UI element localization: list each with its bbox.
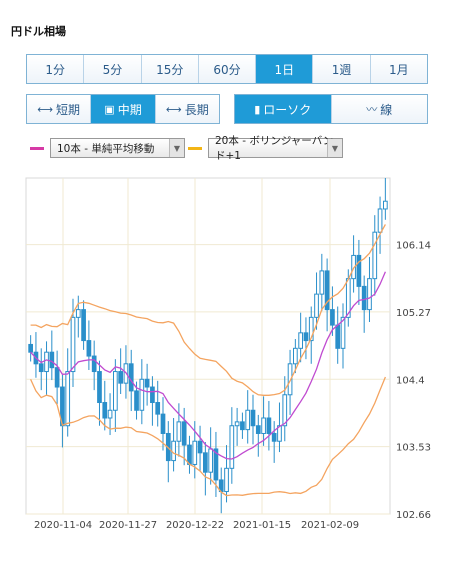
- candle-body: [176, 421, 182, 442]
- candle-body: [203, 452, 208, 473]
- candle-body: [86, 340, 92, 357]
- candle-body: [113, 371, 118, 411]
- candle-body: [134, 390, 139, 411]
- candle-body: [81, 309, 86, 342]
- candlestick-chart: 106.14 105.27 104.4 103.53 102.66 2020-11-04 2…: [25, 177, 431, 531]
- candle-body: [372, 231, 378, 280]
- candle-body: [118, 371, 124, 384]
- y-tick-label: 104.4: [396, 375, 425, 386]
- candle-body: [28, 343, 33, 353]
- candle-body: [293, 347, 298, 365]
- candle-body: [70, 316, 76, 373]
- candle-body: [97, 371, 102, 404]
- candle-body: [107, 409, 113, 419]
- candle-body: [44, 351, 49, 373]
- x-tick-label: 2021-02-09: [301, 520, 359, 531]
- x-tick-label: 2021-01-15: [233, 520, 291, 531]
- candle-body: [298, 332, 304, 349]
- candle-body: [102, 402, 108, 419]
- candle-body: [187, 444, 192, 465]
- candle-body: [197, 440, 203, 454]
- candle-body: [335, 324, 341, 349]
- candle-body: [261, 417, 266, 434]
- candle-body: [75, 309, 81, 318]
- candle-body: [367, 278, 372, 311]
- candle-body: [271, 432, 277, 442]
- candle-body: [139, 378, 145, 411]
- candle-body: [171, 440, 176, 462]
- candle-body: [266, 417, 272, 434]
- candle-body: [91, 355, 97, 373]
- candle-body: [245, 409, 251, 431]
- candle-body: [49, 351, 55, 369]
- y-tick-label: 102.66: [396, 510, 431, 521]
- candle-body: [192, 440, 198, 465]
- candle-body: [128, 363, 134, 392]
- candle-body: [361, 285, 367, 311]
- candle-body: [208, 448, 213, 473]
- candle-body: [160, 413, 166, 434]
- candle-body: [65, 371, 71, 427]
- candle-body: [234, 421, 240, 427]
- candle-body: [377, 208, 383, 233]
- candle-body: [330, 309, 335, 326]
- candle-body: [54, 367, 60, 388]
- x-tick-label: 2020-12-22: [166, 520, 224, 531]
- candle-body: [229, 425, 235, 469]
- candle-body: [303, 332, 309, 342]
- candle-body: [250, 409, 256, 427]
- candle-body: [150, 386, 155, 404]
- candle-body: [181, 421, 187, 446]
- candle-body: [255, 425, 261, 434]
- candle-body: [155, 402, 161, 415]
- candle-body: [314, 293, 319, 318]
- y-tick-label: 105.27: [396, 308, 431, 319]
- candle-body: [224, 467, 229, 493]
- candle-body: [144, 378, 150, 388]
- y-tick-label: 106.14: [396, 241, 431, 252]
- candle-body: [356, 254, 362, 287]
- candle-body: [240, 421, 245, 431]
- candle-body: [38, 363, 44, 373]
- candle-body: [319, 270, 325, 295]
- x-tick-label: 2020-11-27: [99, 520, 157, 531]
- x-tick-label: 2020-11-04: [34, 520, 92, 531]
- y-tick-label: 103.53: [396, 443, 431, 454]
- candle-body: [383, 200, 388, 210]
